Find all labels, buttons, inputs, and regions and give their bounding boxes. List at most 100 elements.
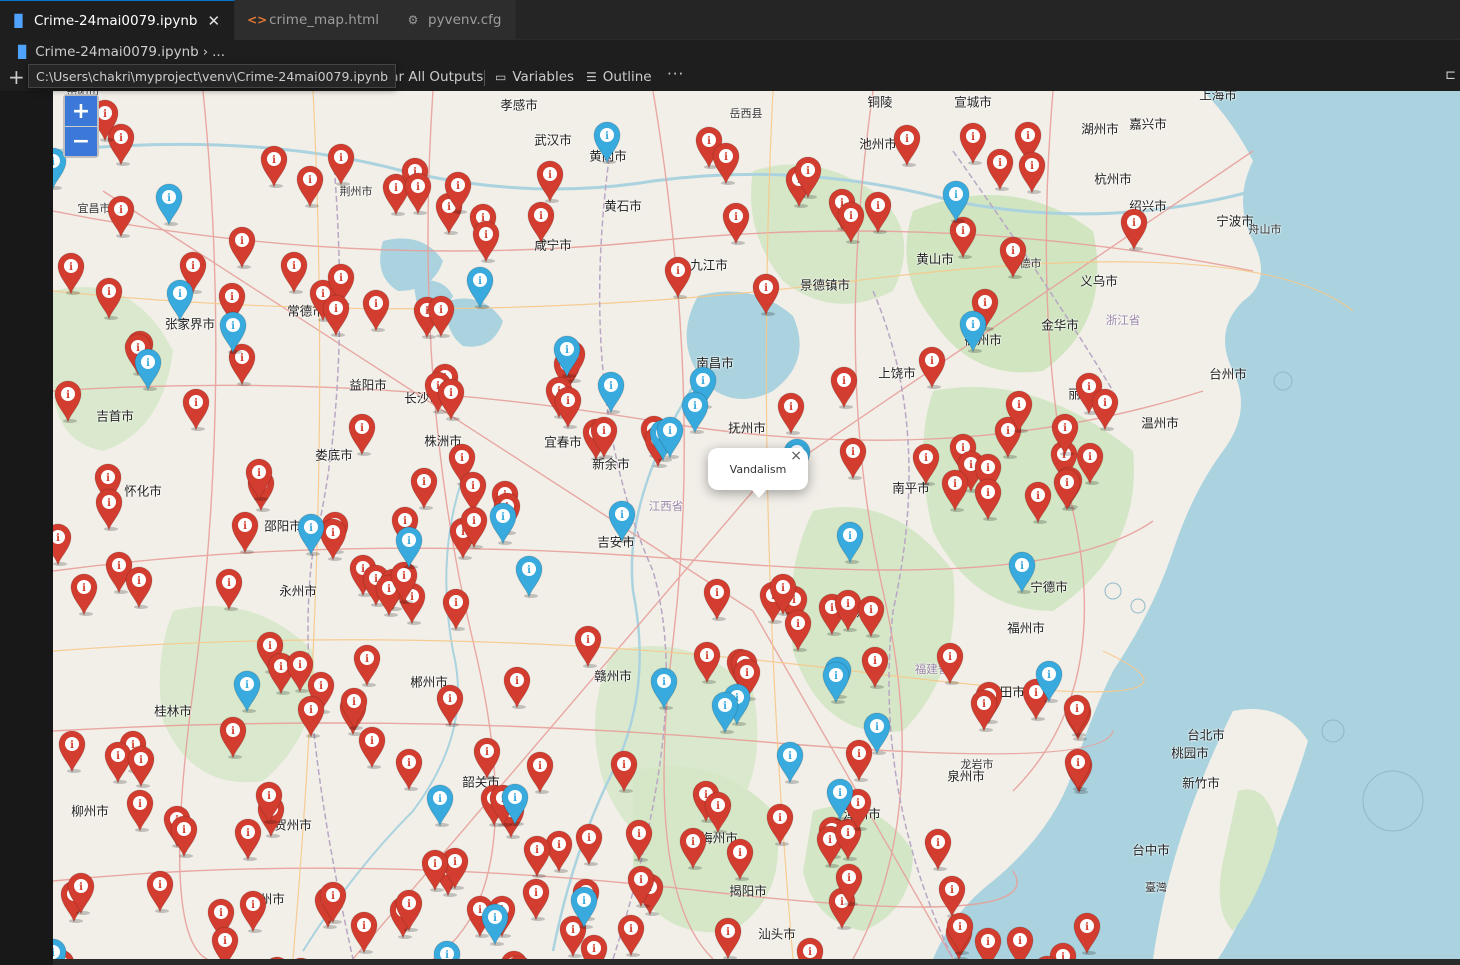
crime-marker-blue[interactable]: i xyxy=(569,885,599,929)
crime-marker-blue[interactable]: i xyxy=(432,939,462,959)
crime-marker-blue[interactable]: i xyxy=(835,520,865,564)
crime-marker-blue[interactable]: i xyxy=(655,415,685,459)
crime-marker-blue[interactable]: i xyxy=(133,347,163,391)
tab-pyvenv-cfg[interactable]: ⚙ pyvenv.cfg xyxy=(394,0,517,40)
crime-marker-red[interactable]: i xyxy=(1119,207,1149,251)
crime-marker-red[interactable]: i xyxy=(94,487,124,531)
crime-marker-red[interactable]: i xyxy=(279,250,309,294)
crime-marker-red[interactable]: i xyxy=(663,255,693,299)
more-actions-button[interactable]: ··· xyxy=(667,65,684,83)
close-icon[interactable]: ✕ xyxy=(208,12,221,30)
crime-marker-blue[interactable]: i xyxy=(53,937,68,959)
crime-marker-red[interactable]: i xyxy=(321,293,351,337)
crime-marker-red[interactable]: i xyxy=(917,345,947,389)
crime-marker-red[interactable]: i xyxy=(56,251,86,295)
crime-marker-red[interactable]: i xyxy=(535,159,565,203)
crime-marker-blue[interactable]: i xyxy=(296,512,326,556)
crime-marker-red[interactable]: i xyxy=(856,594,886,638)
crime-marker-red[interactable]: i xyxy=(181,387,211,431)
crime-marker-red[interactable]: i xyxy=(892,123,922,167)
crime-marker-red[interactable]: i xyxy=(765,802,795,846)
crime-marker-red[interactable]: i xyxy=(1090,387,1120,431)
crime-marker-red[interactable]: i xyxy=(589,415,619,459)
crime-marker-red[interactable]: i xyxy=(218,715,248,759)
crime-marker-red[interactable]: i xyxy=(126,744,156,788)
crime-marker-red[interactable]: i xyxy=(1063,747,1093,791)
crime-marker-red[interactable]: i xyxy=(793,155,823,199)
crime-marker-red[interactable]: i xyxy=(860,645,890,689)
crime-marker-blue[interactable]: i xyxy=(596,370,626,414)
crime-marker-blue[interactable]: i xyxy=(592,120,622,164)
crime-marker-red[interactable]: i xyxy=(394,888,424,932)
crime-marker-red[interactable]: i xyxy=(254,780,284,824)
crime-marker-red[interactable]: i xyxy=(829,365,859,409)
crime-marker-red[interactable]: i xyxy=(713,916,743,959)
crime-marker-blue[interactable]: i xyxy=(514,554,544,598)
kernel-icon[interactable]: ⊏ xyxy=(1445,68,1456,83)
popup-close-icon[interactable]: × xyxy=(790,448,802,464)
crime-marker-red[interactable]: i xyxy=(940,468,970,512)
crime-marker-red[interactable]: i xyxy=(352,643,382,687)
crime-marker-red[interactable]: i xyxy=(347,412,377,456)
crime-marker-red[interactable]: i xyxy=(435,683,465,727)
crime-marker-blue[interactable]: i xyxy=(425,783,455,827)
crime-marker-red[interactable]: i xyxy=(838,436,868,480)
crime-marker-red[interactable]: i xyxy=(703,790,733,834)
crime-marker-red[interactable]: i xyxy=(259,144,289,188)
crime-marker-red[interactable]: i xyxy=(409,466,439,510)
crime-marker-blue[interactable]: i xyxy=(775,740,805,784)
tab-notebook[interactable]: ▉ Crime-24mai0079.ipynb ✕ xyxy=(0,0,236,40)
crime-marker-red[interactable]: i xyxy=(420,848,450,892)
crime-marker-red[interactable]: i xyxy=(609,749,639,793)
breadcrumb-more[interactable]: ... xyxy=(212,44,225,60)
crime-marker-red[interactable]: i xyxy=(626,864,656,908)
crime-marker-blue[interactable]: i xyxy=(1034,659,1064,703)
crime-marker-red[interactable]: i xyxy=(751,272,781,316)
crime-marker-red[interactable]: i xyxy=(471,219,501,263)
crime-marker-red[interactable]: i xyxy=(935,641,965,685)
crime-marker-red[interactable]: i xyxy=(1062,693,1092,737)
crime-marker-red[interactable]: i xyxy=(1052,467,1082,511)
crime-marker-red[interactable]: i xyxy=(169,814,199,858)
crime-marker-red[interactable]: i xyxy=(361,288,391,332)
crime-marker-blue[interactable]: i xyxy=(649,666,679,710)
crime-marker-red[interactable]: i xyxy=(227,225,257,269)
crime-marker-blue[interactable]: i xyxy=(607,499,637,543)
crime-marker-red[interactable]: i xyxy=(526,200,556,244)
crime-marker-blue[interactable]: i xyxy=(500,782,530,826)
crime-marker-blue[interactable]: i xyxy=(232,669,262,713)
zoom-in-button[interactable]: + xyxy=(65,96,97,126)
tab-crime-map-html[interactable]: <> crime_map.html xyxy=(235,0,395,40)
crime-marker-red[interactable]: i xyxy=(973,926,1003,959)
crime-marker-red[interactable]: i xyxy=(923,827,953,871)
crime-marker-red[interactable]: i xyxy=(1072,911,1102,955)
crime-marker-blue[interactable]: i xyxy=(552,334,582,378)
crime-marker-red[interactable]: i xyxy=(692,640,722,684)
crime-marker-red[interactable]: i xyxy=(836,200,866,244)
crime-map[interactable]: 孝感市武汉市黄冈市岳西县铜陵宣城市湖州市嘉兴市上海市池州市杭州市绍兴市宁波市舟山… xyxy=(53,91,1460,959)
crime-marker-red[interactable]: i xyxy=(616,913,646,957)
crime-marker-red[interactable]: i xyxy=(230,510,260,554)
crime-marker-red[interactable]: i xyxy=(295,164,325,208)
crime-marker-red[interactable]: i xyxy=(834,862,864,906)
crime-marker-red[interactable]: i xyxy=(318,880,348,924)
crime-marker-red[interactable]: i xyxy=(522,834,552,878)
crime-marker-red[interactable]: i xyxy=(94,276,124,320)
crime-marker-red[interactable]: i xyxy=(459,505,489,549)
crime-marker-blue[interactable]: i xyxy=(862,711,892,755)
outline-button[interactable]: ☰ Outline xyxy=(586,69,652,85)
crime-marker-red[interactable]: i xyxy=(214,567,244,611)
crime-marker-blue[interactable]: i xyxy=(825,777,855,821)
crime-marker-red[interactable]: i xyxy=(998,235,1028,279)
crime-marker-blue[interactable]: i xyxy=(821,660,851,704)
crime-marker-red[interactable]: i xyxy=(441,587,471,631)
crime-marker-blue[interactable]: i xyxy=(941,179,971,223)
crime-marker-blue[interactable]: i xyxy=(165,278,195,322)
crime-marker-red[interactable]: i xyxy=(244,457,274,501)
crime-marker-blue[interactable]: i xyxy=(958,309,988,353)
crime-marker-red[interactable]: i xyxy=(1004,389,1034,433)
crime-marker-blue[interactable]: i xyxy=(218,310,248,354)
crime-marker-red[interactable]: i xyxy=(1005,925,1035,959)
crime-marker-red[interactable]: i xyxy=(357,725,387,769)
crime-marker-red[interactable]: i xyxy=(472,736,502,780)
